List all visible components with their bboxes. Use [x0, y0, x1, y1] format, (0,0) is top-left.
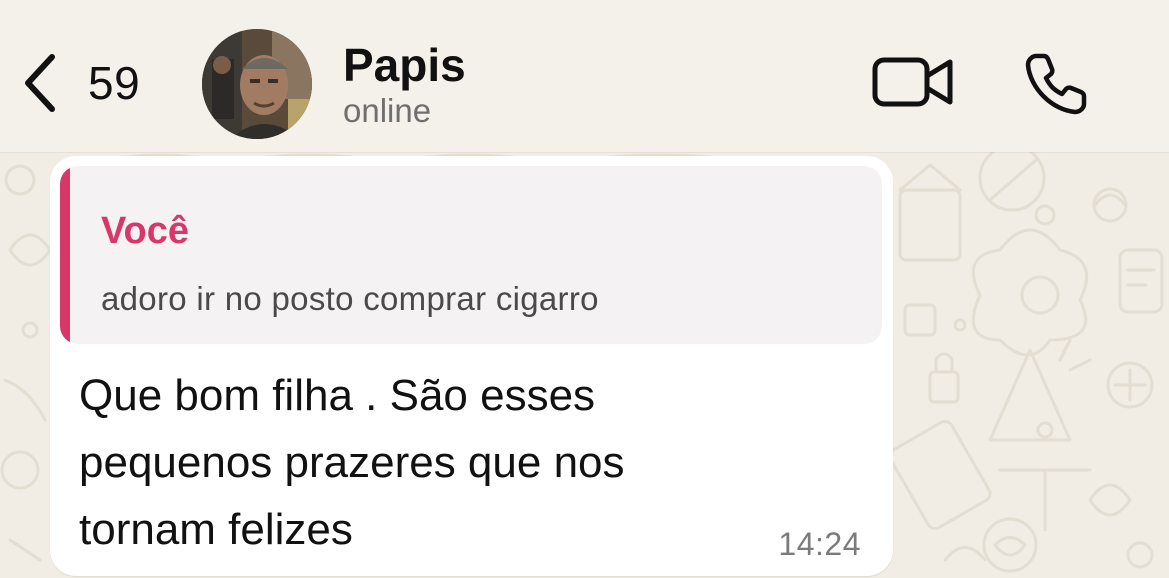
video-call-button[interactable] — [870, 52, 956, 117]
quote-accent-bar — [60, 166, 70, 344]
back-button[interactable]: 59 — [18, 48, 140, 118]
message-timestamp: 14:24 — [778, 526, 861, 562]
quote-text: adoro ir no posto comprar cigarro — [101, 280, 599, 317]
contact-name[interactable]: Papis — [343, 38, 466, 92]
unread-count: 59 — [88, 57, 141, 109]
message-bubble[interactable]: Você adoro ir no posto comprar cigarro Q… — [50, 156, 893, 576]
message-text: Que bom filha . São esses pequenos praze… — [79, 371, 625, 554]
chat-header: 59 Papis online — [0, 0, 1169, 152]
phone-icon — [1022, 53, 1090, 122]
contact-status: online — [343, 92, 432, 129]
voice-call-button[interactable] — [1022, 50, 1090, 123]
avatar[interactable] — [202, 29, 312, 139]
chevron-left-icon — [18, 51, 58, 115]
quoted-message[interactable]: Você adoro ir no posto comprar cigarro — [60, 166, 882, 344]
video-camera-icon — [870, 57, 956, 116]
avatar-photo — [202, 29, 312, 139]
quote-author: Você — [101, 210, 190, 252]
